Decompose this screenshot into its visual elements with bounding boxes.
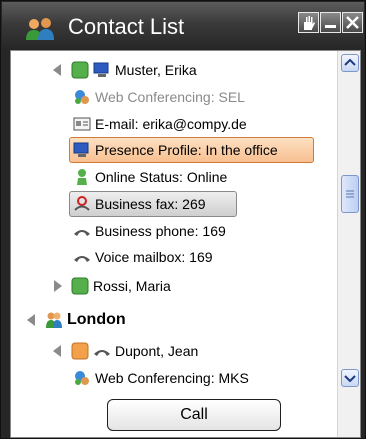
hand-pin-button[interactable] <box>298 12 319 33</box>
contact-row-muster-erika[interactable]: Muster, Erika <box>49 57 197 83</box>
detail-row-voice-mailbox[interactable]: Voice mailbox: 169 <box>73 244 213 270</box>
detail-row-business-fax[interactable]: Business fax: 269 <box>73 191 206 217</box>
contact-name: Rossi, Maria <box>93 278 171 294</box>
detail-label: Online Status: Online <box>95 169 228 185</box>
contact-name: Dupont, Jean <box>115 343 199 359</box>
presence-computer-icon <box>73 142 89 157</box>
scrollbar-thumb[interactable] <box>341 175 359 213</box>
vertical-scrollbar[interactable] <box>337 51 360 437</box>
contact-list-window: Contact List Muster, Erika Web Conferenc… <box>0 0 366 439</box>
collapse-arrow-icon[interactable] <box>49 342 67 360</box>
contact-row-dupont-jean[interactable]: Dupont, Jean <box>49 338 198 364</box>
detail-row-presence-profile[interactable]: Presence Profile: In the office <box>73 137 278 163</box>
status-away-square-icon <box>71 342 89 360</box>
detail-label: Presence Profile: In the office <box>95 142 278 158</box>
grip-icon <box>346 190 354 198</box>
phone-icon <box>74 230 90 236</box>
scroll-up-button[interactable] <box>341 54 359 72</box>
window-title: Contact List <box>68 14 185 39</box>
web-conferencing-icon <box>75 90 89 104</box>
detail-label: Business phone: 169 <box>95 223 226 239</box>
call-button[interactable]: Call <box>107 399 281 431</box>
detail-row-business-phone[interactable]: Business phone: 169 <box>73 218 226 244</box>
online-person-icon <box>77 169 87 185</box>
collapse-arrow-icon[interactable] <box>23 311 41 329</box>
detail-label: Business fax: 269 <box>95 196 206 212</box>
title-bar[interactable]: Contact List <box>2 2 364 50</box>
chevron-up-icon <box>344 58 356 66</box>
group-icon <box>46 312 62 328</box>
close-button[interactable] <box>342 12 363 33</box>
detail-row-email[interactable]: E-mail: erika@compy.de <box>73 111 247 137</box>
contact-name: Muster, Erika <box>115 62 197 78</box>
chevron-down-icon <box>344 375 356 383</box>
phone-icon <box>94 350 110 356</box>
detail-label: Web Conferencing: MKS <box>95 370 249 386</box>
detail-label: Web Conferencing: SEL <box>95 89 245 105</box>
detail-label: Voice mailbox: 169 <box>95 249 213 265</box>
detail-row-web-conferencing[interactable]: Web Conferencing: MKS <box>73 365 249 391</box>
email-icon <box>73 117 91 131</box>
detail-row-web-conferencing[interactable]: Web Conferencing: SEL <box>73 84 245 110</box>
status-online-square-icon <box>71 61 89 79</box>
computer-icon <box>93 62 109 77</box>
hand-icon <box>304 16 315 30</box>
close-icon <box>346 16 359 29</box>
expand-arrow-icon[interactable] <box>49 277 67 295</box>
contact-tree-panel[interactable]: Muster, Erika Web Conferencing: SEL E-ma… <box>10 50 361 438</box>
contact-row-rossi-maria[interactable]: Rossi, Maria <box>49 273 171 299</box>
collapse-arrow-icon[interactable] <box>49 61 67 79</box>
group-row-london[interactable]: London <box>23 307 126 333</box>
status-online-square-icon <box>71 277 89 295</box>
contacts-group-icon <box>26 18 54 40</box>
phone-icon <box>74 256 90 262</box>
minimize-icon <box>325 25 336 28</box>
group-name: London <box>67 311 126 328</box>
web-conferencing-icon <box>75 371 89 385</box>
fax-icon <box>74 196 90 211</box>
detail-row-online-status[interactable]: Online Status: Online <box>73 164 227 190</box>
detail-label: E-mail: erika@compy.de <box>95 116 247 132</box>
minimize-button[interactable] <box>320 12 341 33</box>
scroll-down-button[interactable] <box>341 369 359 387</box>
